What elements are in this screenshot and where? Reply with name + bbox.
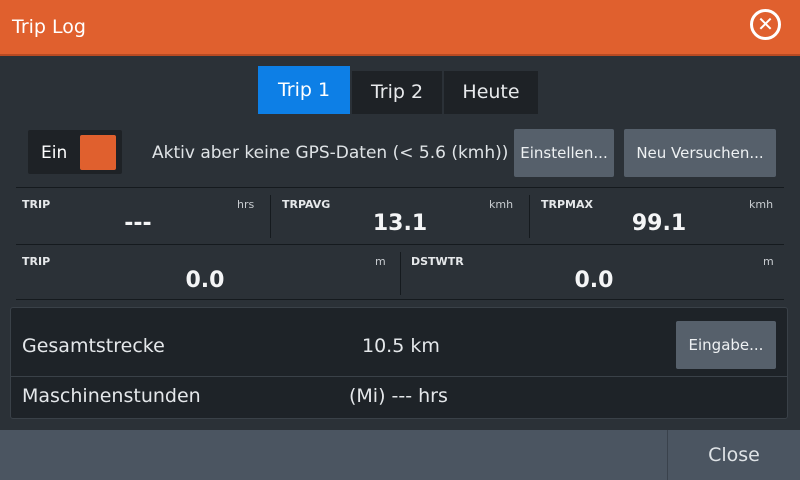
cell-label-trip-distance: TRIP	[22, 255, 51, 268]
cell-label-trpmax: TRPMAX	[541, 198, 593, 211]
status-text: Aktiv aber keine GPS-Daten (< 5.6 (kmh))	[152, 143, 509, 163]
cell-value-trip-distance: 0.0	[185, 268, 225, 293]
tab-heute[interactable]: Heute	[444, 71, 538, 114]
trip-toggle[interactable]: Ein	[28, 130, 122, 174]
grid-divider	[16, 299, 784, 300]
cell-unit-trip-time: hrs	[237, 198, 255, 211]
tab-trip-1[interactable]: Trip 1	[258, 66, 350, 114]
cell-unit-trpavg: kmh	[489, 198, 514, 211]
cell-value-trpmax: 99.1	[631, 211, 687, 236]
cell-value-trip-time: ---	[124, 211, 152, 236]
cell-value-dstwtr: 0.0	[574, 268, 614, 293]
summary-divider	[11, 376, 787, 377]
grid-divider	[16, 187, 784, 188]
close-circle-icon[interactable]: ✕	[750, 9, 781, 40]
einstellen-button[interactable]: Einstellen...	[514, 129, 614, 177]
grid-divider	[16, 244, 784, 245]
grid-divider	[529, 195, 530, 238]
close-button[interactable]: Close	[668, 430, 800, 480]
total-distance-value: 10.5 km	[362, 335, 440, 357]
total-distance-label: Gesamtstrecke	[22, 335, 165, 357]
cell-value-trpavg: 13.1	[372, 211, 428, 236]
eingabe-button[interactable]: Eingabe...	[676, 321, 776, 369]
title-bar: Trip Log ✕	[0, 0, 800, 54]
cell-label-trip-time: TRIP	[22, 198, 51, 211]
engine-hours-value: (Mi) --- hrs	[349, 385, 448, 407]
toggle-knob	[80, 135, 116, 170]
toggle-label: Ein	[41, 143, 68, 163]
grid-divider	[400, 252, 401, 295]
cell-unit-trip-distance: m	[375, 255, 386, 268]
grid-divider	[270, 195, 271, 238]
cell-unit-dstwtr: m	[763, 255, 774, 268]
cell-label-dstwtr: DSTWTR	[411, 255, 464, 268]
window-title: Trip Log	[12, 16, 86, 38]
tab-trip-2[interactable]: Trip 2	[352, 71, 442, 114]
engine-hours-label: Maschinenstunden	[22, 385, 201, 407]
cell-label-trpavg: TRPAVG	[282, 198, 331, 211]
neu-versuchen-button[interactable]: Neu Versuchen...	[624, 129, 776, 177]
cell-unit-trpmax: kmh	[749, 198, 774, 211]
